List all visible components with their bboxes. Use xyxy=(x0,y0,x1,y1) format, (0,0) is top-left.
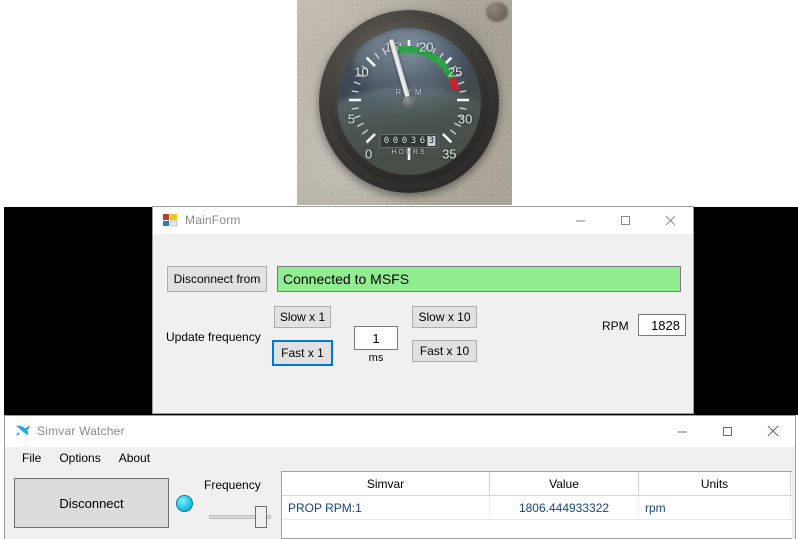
gauge-dial-face: 0 5 10 15 20 25 30 35 R P M x100 0 0 0 3… xyxy=(337,28,481,175)
disconnect-button[interactable]: Disconnect xyxy=(14,478,169,528)
data-grid-header: Simvar Value Units xyxy=(282,472,792,496)
slow-x10-button[interactable]: Slow x 10 xyxy=(412,306,477,328)
fast-x1-button[interactable]: Fast x 1 xyxy=(272,340,333,366)
minimize-icon[interactable] xyxy=(558,205,603,235)
app-window-icon xyxy=(162,212,178,228)
interval-input[interactable]: 1 xyxy=(354,326,398,350)
mainform-window: MainForm Disconnect from Connected to MS… xyxy=(152,206,694,414)
column-header-units[interactable]: Units xyxy=(639,472,791,495)
update-frequency-label: Update frequency xyxy=(166,330,261,344)
hour-digit-4: 6 xyxy=(419,136,427,146)
tachometer-photo: 0 5 10 15 20 25 30 35 R P M x100 0 0 0 3… xyxy=(297,0,512,205)
menu-item-about[interactable]: About xyxy=(110,449,159,467)
minimize-icon[interactable] xyxy=(660,416,705,446)
hour-digit-2: 0 xyxy=(401,136,409,146)
hour-digit-1: 0 xyxy=(392,136,400,146)
gauge-bezel-outer: 0 5 10 15 20 25 30 35 R P M x100 0 0 0 3… xyxy=(319,10,499,193)
gauge-tick-label-20: 20 xyxy=(419,40,433,55)
hour-digit-5: 3 xyxy=(428,136,436,146)
panel-screw xyxy=(486,2,508,22)
table-row[interactable]: PROP RPM:1 1806.444933322 rpm xyxy=(282,496,792,520)
maximize-icon[interactable] xyxy=(603,205,648,235)
simvar-watcher-window: Simvar Watcher File Options About Discon… xyxy=(4,415,796,539)
bird-icon xyxy=(14,423,30,439)
cell-value[interactable]: 1806.444933322 xyxy=(490,496,639,519)
slow-x1-button[interactable]: Slow x 1 xyxy=(274,306,331,328)
menu-item-options[interactable]: Options xyxy=(50,449,109,467)
simvar-window-controls xyxy=(660,416,795,446)
gauge-tick-label-35: 35 xyxy=(442,147,456,162)
rpm-label: RPM xyxy=(602,319,629,333)
hour-meter-counter: 0 0 0 3 6 3 xyxy=(380,134,439,148)
gauge-needle-hub xyxy=(403,96,415,108)
mainform-window-controls xyxy=(558,205,693,235)
simvar-titlebar[interactable]: Simvar Watcher xyxy=(5,416,795,447)
connection-led-icon xyxy=(176,495,193,512)
gauge-tick-label-25: 25 xyxy=(448,65,462,80)
simvar-title: Simvar Watcher xyxy=(37,424,660,438)
connection-status-banner: Connected to MSFS xyxy=(277,266,681,292)
gauge-tick-label-5: 5 xyxy=(348,112,355,127)
gauge-tick-label-0: 0 xyxy=(365,147,372,162)
simvar-body: Disconnect Frequency Simvar Value Units … xyxy=(5,469,795,539)
frequency-slider[interactable] xyxy=(209,506,271,528)
hour-meter-caption: HOURS xyxy=(391,149,426,156)
menu-item-file[interactable]: File xyxy=(13,449,50,467)
fast-x10-button[interactable]: Fast x 10 xyxy=(412,340,477,362)
desktop-backdrop-right xyxy=(693,207,798,415)
simvar-data-grid: Simvar Value Units PROP RPM:1 1806.44493… xyxy=(281,471,792,539)
gauge-tick-label-10: 10 xyxy=(354,65,368,80)
cell-units[interactable]: rpm xyxy=(639,496,791,519)
rpm-value-field[interactable]: 1828 xyxy=(638,314,686,336)
hour-digit-3: 3 xyxy=(410,136,418,146)
simvar-menubar: File Options About xyxy=(5,447,795,469)
frequency-label: Frequency xyxy=(204,478,261,492)
cell-simvar[interactable]: PROP RPM:1 xyxy=(282,496,490,519)
gauge-bezel-inner: 0 5 10 15 20 25 30 35 R P M x100 0 0 0 3… xyxy=(329,20,489,183)
interval-unit-label: ms xyxy=(354,352,398,364)
maximize-icon[interactable] xyxy=(705,416,750,446)
mainform-body: Disconnect from Connected to MSFS Update… xyxy=(153,234,693,413)
close-icon[interactable] xyxy=(648,205,693,235)
mainform-titlebar[interactable]: MainForm xyxy=(153,207,693,234)
close-icon[interactable] xyxy=(750,416,795,446)
mainform-title: MainForm xyxy=(185,213,558,227)
hour-digit-0: 0 xyxy=(383,136,391,146)
gauge-tick-label-30: 30 xyxy=(458,112,472,127)
frequency-slider-thumb[interactable] xyxy=(255,506,267,528)
disconnect-from-button[interactable]: Disconnect from xyxy=(167,266,267,292)
column-header-simvar[interactable]: Simvar xyxy=(282,472,490,495)
column-header-value[interactable]: Value xyxy=(490,472,639,495)
